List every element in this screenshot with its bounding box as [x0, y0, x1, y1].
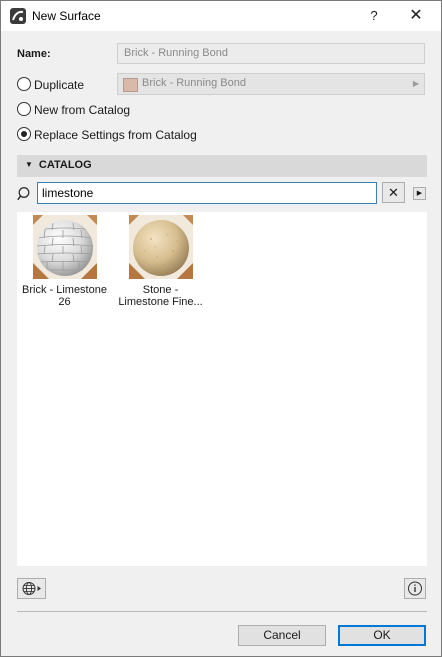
footer-divider — [17, 611, 427, 612]
globe-icon — [22, 582, 41, 595]
search-icon — [17, 187, 30, 201]
replace-settings-radio[interactable] — [17, 127, 31, 141]
duplicate-label: Duplicate — [34, 78, 85, 92]
catalog-item-label-line1: Stone - — [142, 284, 179, 296]
new-from-catalog-radio[interactable] — [17, 102, 31, 116]
select-arrow-icon: ▶ — [412, 79, 419, 88]
catalog-item-brick-limestone[interactable]: Brick - Limestone 26 — [17, 212, 112, 308]
catalog-search-input[interactable] — [37, 182, 377, 204]
catalog-item-stone-limestone[interactable]: Stone - Limestone Fine... — [113, 212, 208, 308]
duplicate-radio[interactable] — [17, 77, 31, 91]
name-label: Name: — [17, 48, 51, 60]
close-button[interactable]: ✕ — [405, 5, 427, 27]
catalog-results-grid: Brick - Limestone 26 Stone - Limestone F… — [17, 212, 427, 566]
new-surface-dialog: New Surface ? ✕ Name: Brick - Running Bo… — [0, 0, 442, 657]
duplicate-select-value: Brick - Running Bond — [142, 77, 246, 89]
catalog-item-label-line1: Brick - Limestone — [22, 284, 107, 296]
help-button[interactable]: ? — [363, 5, 385, 27]
catalog-item-label-line2: 26 — [58, 296, 71, 308]
ok-button[interactable]: OK — [338, 625, 426, 646]
globe-menu-button[interactable] — [17, 578, 46, 599]
duplicate-surface-select[interactable]: Brick - Running Bond ▶ — [117, 73, 425, 95]
cancel-button[interactable]: Cancel — [238, 625, 326, 646]
catalog-section-header[interactable]: ▼ CATALOG — [17, 155, 427, 177]
replace-settings-label: Replace Settings from Catalog — [34, 128, 197, 142]
new-from-catalog-option[interactable]: New from Catalog — [17, 102, 130, 117]
clear-search-button[interactable]: ✕ — [382, 182, 405, 203]
title-bar[interactable]: New Surface ? ✕ — [1, 1, 441, 31]
replace-settings-option[interactable]: Replace Settings from Catalog — [17, 127, 197, 142]
archicad-app-icon — [10, 8, 26, 24]
surface-swatch — [123, 78, 138, 92]
info-icon — [408, 581, 422, 596]
expand-arrow-button[interactable]: ▶ — [413, 187, 426, 200]
catalog-header-label: CATALOG — [38, 159, 92, 171]
info-button[interactable] — [404, 578, 426, 599]
duplicate-option[interactable]: Duplicate — [17, 77, 84, 92]
brick-sphere-icon — [32, 215, 97, 279]
collapse-triangle-icon: ▼ — [25, 160, 33, 169]
dialog-title: New Surface — [32, 9, 101, 23]
name-field[interactable]: Brick - Running Bond — [117, 43, 425, 64]
new-from-catalog-label: New from Catalog — [34, 103, 131, 117]
catalog-item-label-line2: Limestone Fine... — [118, 296, 203, 308]
stone-sphere-icon — [128, 215, 193, 279]
